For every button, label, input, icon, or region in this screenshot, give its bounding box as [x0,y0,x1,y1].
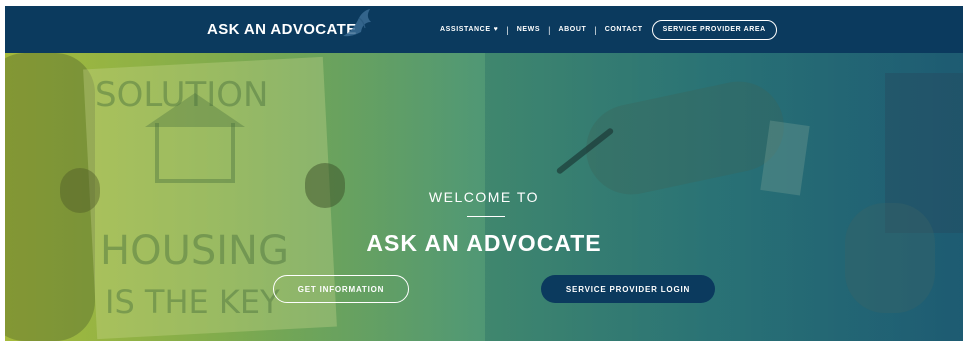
hero-headline: ASK AN ADVOCATE [366,230,602,256]
nav-separator: | [594,24,597,35]
house-drawing [155,123,235,183]
sign-word: SOLUTION [95,75,269,115]
bird-icon [343,9,371,37]
hand-fist [845,203,935,313]
nav-news[interactable]: NEWS [517,26,540,33]
service-provider-area-button[interactable]: SERVICE PROVIDER AREA [651,19,777,40]
nav-contact[interactable]: CONTACT [605,26,643,33]
top-navbar: ASK AN ADVOCATE ASSISTANCE ♥ | NEWS | ABO… [5,6,963,53]
nav-assistance-label: ASSISTANCE [440,26,491,33]
service-provider-login-button[interactable]: SERVICE PROVIDER LOGIN [541,275,715,303]
welcome-text: WELCOME TO [428,189,540,205]
main-nav: ASSISTANCE ♥ | NEWS | ABOUT | CONTACT SER… [440,6,777,53]
nav-separator: | [548,24,551,35]
site-logo[interactable]: ASK AN ADVOCATE [207,6,371,53]
logo-text: ASK AN ADVOCATE [207,21,357,38]
get-information-button[interactable]: GET INFORMATION [273,275,409,303]
page: ASK AN ADVOCATE ASSISTANCE ♥ | NEWS | ABO… [5,6,963,341]
nav-assistance[interactable]: ASSISTANCE ♥ [440,26,498,33]
nav-about[interactable]: ABOUT [558,26,586,33]
nav-separator: | [506,24,509,35]
chevron-down-icon: ♥ [493,26,499,33]
sign-word: IS THE KEY [105,283,280,321]
title-divider [467,216,505,217]
